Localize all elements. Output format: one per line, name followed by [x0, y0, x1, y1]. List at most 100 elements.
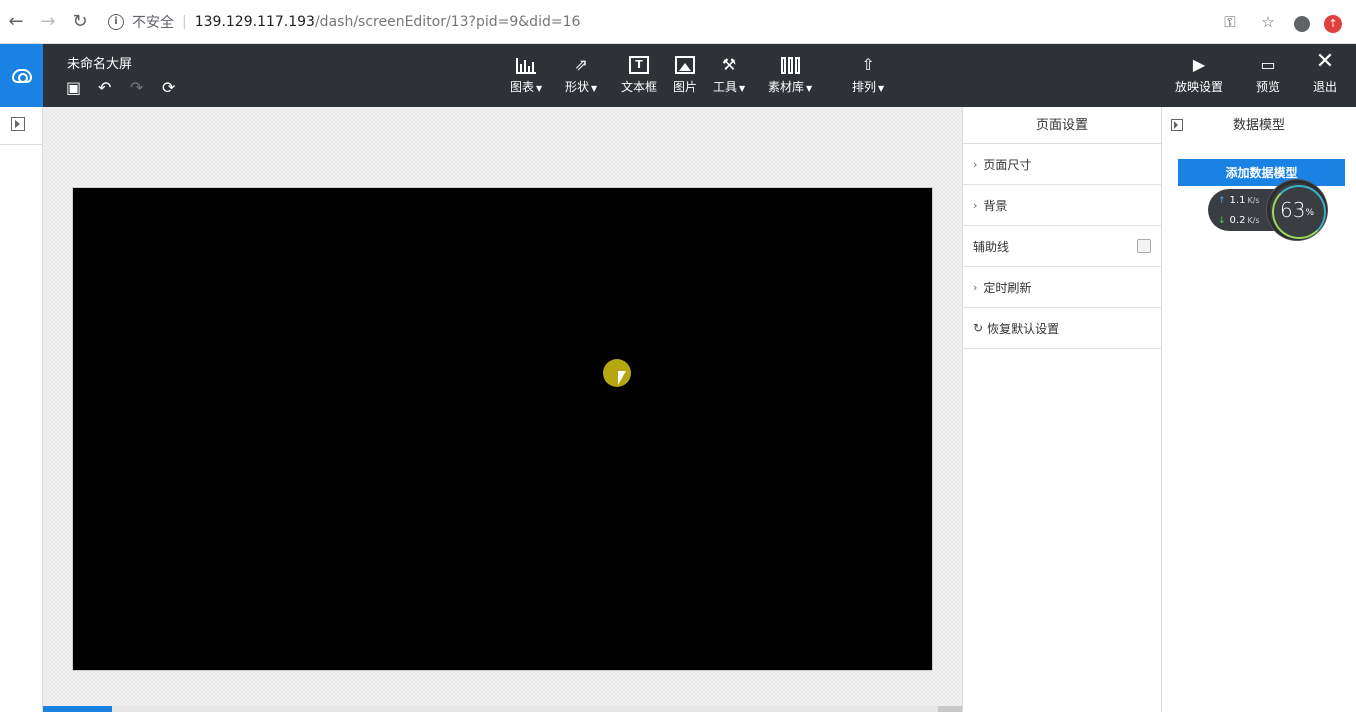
url-separator: | [182, 14, 187, 30]
setting-label: 定时刷新 [983, 280, 1032, 295]
download-speed: ↓ 0.2 K/s [1218, 215, 1260, 226]
setting-label: 辅助线 [973, 239, 1010, 254]
upload-speed: ↑ 1.1 K/s [1218, 195, 1260, 206]
setting-label: 背景 [983, 198, 1008, 213]
tool-textbox[interactable]: T 文本框 [621, 54, 657, 95]
preview-button[interactable]: ▭ 预览 [1256, 54, 1280, 95]
collapse-panel-icon[interactable] [1171, 119, 1183, 131]
panel-title: 数据模型 [1232, 118, 1285, 133]
click-highlight [603, 359, 631, 387]
arrow-down-icon: ↓ [1218, 215, 1226, 226]
app-logo[interactable] [0, 44, 43, 107]
tool-arrange[interactable]: ⇧ 排列 ▼ [852, 54, 884, 95]
share-shape-icon: ⇗ [574, 55, 588, 74]
arrow-up-icon: ↑ [1218, 195, 1226, 206]
editor-canvas[interactable] [43, 107, 962, 712]
tool-tools[interactable]: ⚒ 工具 ▼ [713, 54, 745, 95]
tool-shape[interactable]: ⇗ 形状 ▼ [565, 54, 597, 95]
tool-label: 工具 [713, 80, 738, 94]
redo-icon[interactable]: ↷ [130, 78, 162, 98]
tool-label: 排列 [852, 80, 877, 94]
mouse-cursor-icon [618, 371, 626, 385]
hammer-icon: ⚒ [721, 55, 737, 74]
text-box-icon: T [628, 54, 650, 74]
gauge-value: 63 [1279, 198, 1306, 222]
url-path: /dash/screenEditor/13?pid=9&did=16 [314, 14, 581, 30]
caret-down-icon: ▼ [591, 84, 598, 93]
browser-actions: ⚿ ☆ ↑ [1218, 10, 1356, 34]
setting-label: 恢复默认设置 [987, 321, 1060, 336]
play-icon: ▶ [1192, 55, 1206, 74]
refresh-icon[interactable]: ⟳ [162, 78, 194, 98]
undo-icon[interactable]: ↶ [98, 78, 130, 98]
speed-unit: K/s [1247, 196, 1260, 205]
reset-icon: ↻ [973, 321, 984, 335]
preview-icon: ▭ [1260, 55, 1276, 74]
tool-label: 形状 [565, 80, 590, 94]
url-host: 139.129.117.193 [194, 14, 315, 30]
logo-icon [11, 68, 32, 83]
scrollbar-end[interactable] [938, 706, 962, 712]
scrollbar-thumb[interactable] [43, 706, 112, 712]
info-icon[interactable]: i [108, 14, 124, 30]
memory-gauge[interactable]: 63 % [1267, 180, 1327, 240]
tool-label: 图片 [673, 80, 698, 94]
screen-canvas[interactable] [72, 187, 933, 671]
app-toolbar: 未命名大屏 ▣ ↶ ↷ ⟳ 图表 ▼ ⇗ 形状 ▼ T 文本框 图片 ⚒ 工具 ▼ 素… [0, 44, 1356, 107]
caret-down-icon: ▼ [806, 84, 813, 93]
exit-button[interactable]: ✕ 退出 [1313, 49, 1338, 95]
extension-icon[interactable]: ↑ [1324, 14, 1342, 33]
tool-label: 预览 [1256, 80, 1281, 94]
upload-value: 1.1 [1229, 195, 1246, 206]
speed-unit: K/s [1247, 216, 1260, 225]
security-label: 不安全 [132, 15, 174, 31]
browser-bar: ← → ↻ i 不安全 | 139.129.117.193 /dash/scre… [0, 0, 1356, 44]
forward-arrow-icon[interactable]: → [38, 12, 58, 32]
add-data-model-button[interactable]: 添加数据模型 [1178, 159, 1345, 186]
slideshow-settings-button[interactable]: ▶ 放映设置 [1175, 54, 1223, 95]
reset-defaults-button[interactable]: ↻ 恢复默认设置 [963, 308, 1161, 349]
address-bar[interactable]: i 不安全 | 139.129.117.193 /dash/screenEdit… [108, 8, 1288, 36]
caret-down-icon: ▼ [739, 84, 746, 93]
back-arrow-icon[interactable]: ← [6, 12, 26, 32]
tool-chart[interactable]: 图表 ▼ [510, 54, 542, 95]
reload-icon[interactable]: ↻ [70, 12, 90, 32]
chevron-right-icon: › [973, 198, 978, 212]
image-icon [674, 54, 696, 74]
tool-label: 素材库 [768, 80, 805, 94]
save-icon[interactable]: ▣ [66, 78, 98, 98]
caret-down-icon: ▼ [536, 84, 543, 93]
gauge-percent-sign: % [1305, 208, 1314, 218]
key-icon[interactable]: ⚿ [1218, 10, 1242, 34]
tool-library[interactable]: 素材库 ▼ [768, 54, 812, 95]
setting-page-size[interactable]: › 页面尺寸 [963, 144, 1161, 185]
tool-label: 退出 [1313, 80, 1338, 94]
setting-background[interactable]: › 背景 [963, 185, 1161, 226]
page-settings-panel: 页面设置 › 页面尺寸 › 背景 辅助线 › 定时刷新 ↻ 恢复默认设置 [962, 107, 1162, 712]
panel-title: 页面设置 [963, 107, 1161, 144]
setting-label: 页面尺寸 [983, 157, 1032, 172]
model-panel-header: 数据模型 [1162, 107, 1356, 144]
tool-image[interactable]: 图片 [673, 54, 697, 95]
arrange-icon: ⇧ [861, 55, 875, 74]
document-title[interactable]: 未命名大屏 [67, 53, 132, 72]
divider [0, 144, 43, 145]
profile-icon[interactable] [1294, 16, 1310, 32]
bar-chart-icon [515, 54, 537, 74]
download-value: 0.2 [1229, 215, 1246, 226]
setting-auto-refresh[interactable]: › 定时刷新 [963, 267, 1161, 308]
chevron-right-icon: › [973, 157, 978, 171]
quick-tools: ▣ ↶ ↷ ⟳ [66, 78, 194, 98]
left-sidebar [0, 107, 43, 712]
library-icon [779, 54, 801, 74]
close-icon: ✕ [1315, 49, 1335, 74]
caret-down-icon: ▼ [878, 84, 885, 93]
chevron-right-icon: › [973, 280, 978, 294]
tool-label: 文本框 [621, 80, 658, 94]
star-icon[interactable]: ☆ [1256, 10, 1280, 34]
tool-label: 放映设置 [1175, 80, 1224, 94]
setting-guides: 辅助线 [963, 226, 1161, 267]
expand-panel-icon[interactable] [11, 117, 25, 131]
horizontal-scrollbar[interactable] [43, 706, 962, 712]
guides-checkbox[interactable] [1137, 239, 1151, 253]
